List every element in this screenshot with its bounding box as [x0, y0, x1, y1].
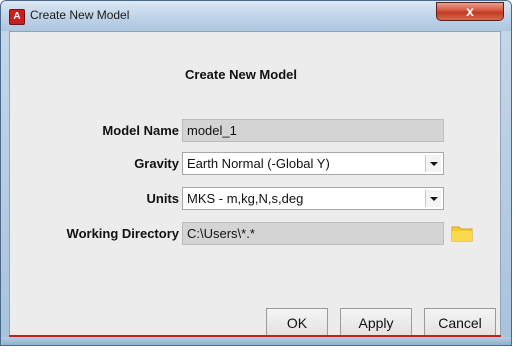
chevron-down-icon[interactable] [425, 155, 441, 172]
cancel-button[interactable]: Cancel [424, 308, 496, 338]
window-title: Create New Model [30, 8, 130, 22]
dialog-body: Create New Model Model Name model_1 Grav… [9, 31, 501, 338]
units-select[interactable]: MKS - m,kg,N,s,deg [182, 187, 444, 210]
ok-button[interactable]: OK [266, 308, 328, 338]
working-directory-field[interactable]: C:\Users\*.* [182, 222, 444, 245]
create-new-model-window: A Create New Model x Create New Model Mo… [0, 0, 512, 346]
gravity-label: Gravity [134, 156, 179, 171]
chevron-down-icon[interactable] [425, 190, 441, 207]
folder-icon[interactable] [451, 224, 473, 242]
model-name-label: Model Name [102, 123, 179, 138]
working-directory-label: Working Directory [66, 226, 179, 241]
close-button[interactable]: x [436, 2, 504, 21]
dialog-heading: Create New Model [185, 67, 297, 82]
title-bar[interactable]: A Create New Model x [1, 1, 511, 31]
model-name-field[interactable]: model_1 [182, 119, 444, 142]
units-label: Units [146, 191, 180, 206]
close-icon: x [466, 3, 474, 19]
gravity-select[interactable]: Earth Normal (-Global Y) [182, 152, 444, 175]
units-selected-value: MKS - m,kg,N,s,deg [187, 191, 304, 206]
apply-button[interactable]: Apply [340, 308, 412, 338]
window-bottom-border [2, 337, 511, 345]
app-icon: A [9, 9, 25, 25]
gravity-selected-value: Earth Normal (-Global Y) [187, 156, 330, 171]
